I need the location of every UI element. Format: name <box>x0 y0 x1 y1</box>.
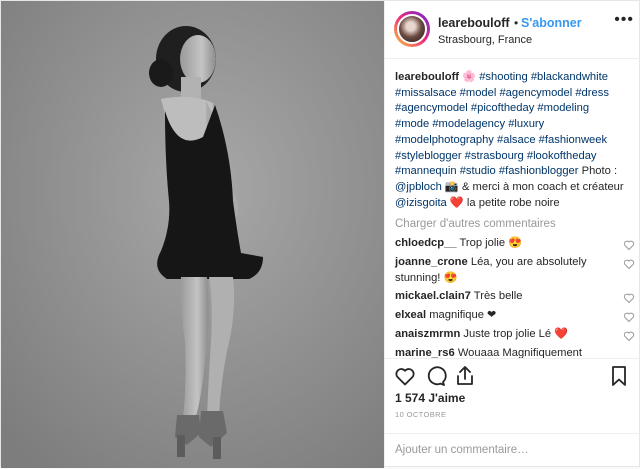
add-comment-field[interactable]: Ajouter un commentaire… <box>385 433 640 469</box>
comment-text: Très belle <box>473 290 523 302</box>
caption-text-dress: la petite robe noire <box>463 196 560 209</box>
post-date[interactable]: 10 OCTOBRE <box>395 410 446 419</box>
follow-button[interactable]: S'abonner <box>521 16 582 30</box>
comment-row: anaiszmrmn Juste trop jolie Lé ❤️ <box>395 327 610 343</box>
more-options-icon[interactable]: ••• <box>614 11 634 29</box>
comment-username[interactable]: chloedcp__ <box>395 237 457 249</box>
post-photo[interactable] <box>1 1 384 468</box>
camera-emoji: 📸 <box>444 180 459 193</box>
comments-section[interactable]: learebouloff 🌸 #shooting #blackandwhite … <box>385 59 640 358</box>
comment-text: Juste trop jolie Lé ❤️ <box>463 328 569 340</box>
comment-text: Trop jolie 😍 <box>459 237 523 249</box>
avatar[interactable] <box>397 14 427 44</box>
heart-emoji: ❤️ <box>449 196 464 209</box>
comment-row: chloedcp__ Trop jolie 😍 <box>395 236 610 252</box>
flower-emoji: 🌸 <box>462 71 477 83</box>
caption-text-thanks: & merci à mon coach et créateur <box>458 180 624 193</box>
comment-row: marine_rs6 Wouaaa Magnifiquement <box>395 346 610 358</box>
mention-photographer[interactable]: @jpbloch <box>395 181 442 193</box>
comment-row: mickael.clain7 Très belle <box>395 289 610 305</box>
separator-dot: • <box>514 16 519 30</box>
comment-username[interactable]: joanne_crone <box>395 256 468 268</box>
load-more-comments-link[interactable]: Charger d'autres commentaires <box>395 218 556 230</box>
comment-text: magnifique ❤ <box>429 309 497 321</box>
share-upload-icon[interactable] <box>453 364 477 388</box>
comment-username[interactable]: marine_rs6 <box>395 347 455 358</box>
comment-row: elxeal magnifique ❤ <box>395 308 610 324</box>
post-header: learebouloff • S'abonner Strasbourg, Fra… <box>385 1 640 59</box>
comment-username[interactable]: mickael.clain7 <box>395 290 471 302</box>
caption-hashtags[interactable]: #shooting #blackandwhite #missalsace #mo… <box>395 71 609 177</box>
post-caption: learebouloff 🌸 #shooting #blackandwhite … <box>395 70 625 211</box>
like-comment-heart-icon[interactable] <box>623 258 635 270</box>
caption-username[interactable]: learebouloff <box>395 71 459 83</box>
comment-row: joanne_crone Léa, you are absolutely stu… <box>395 255 610 286</box>
instagram-post: learebouloff • S'abonner Strasbourg, Fra… <box>0 0 640 468</box>
like-comment-heart-icon[interactable] <box>623 330 635 342</box>
model-photo-illustration <box>1 1 384 468</box>
caption-text-photo: Photo : <box>581 165 618 178</box>
comment-input-placeholder[interactable]: Ajouter un commentaire… <box>395 444 529 456</box>
post-actions: 1 574 J'aime 10 OCTOBRE Ajouter un comme… <box>385 358 640 468</box>
post-sidebar: learebouloff • S'abonner Strasbourg, Fra… <box>384 1 640 468</box>
location-link[interactable]: Strasbourg, France <box>438 34 532 46</box>
like-comment-heart-icon[interactable] <box>623 311 635 323</box>
comment-text: Wouaaa Magnifiquement <box>457 347 583 358</box>
comment-bubble-icon[interactable] <box>423 364 447 388</box>
comment-username[interactable]: anaiszmrmn <box>395 328 460 340</box>
comment-username[interactable]: elxeal <box>395 309 426 321</box>
save-bookmark-icon[interactable] <box>607 364 631 388</box>
like-comment-heart-icon[interactable] <box>623 292 635 304</box>
like-comment-heart-icon[interactable] <box>623 239 635 251</box>
like-heart-icon[interactable] <box>393 364 417 388</box>
mention-coach[interactable]: @izisgoita <box>395 197 447 209</box>
avatar-story-ring[interactable] <box>394 11 430 47</box>
likes-count[interactable]: 1 574 J'aime <box>395 391 465 405</box>
header-username[interactable]: learebouloff <box>438 16 510 30</box>
